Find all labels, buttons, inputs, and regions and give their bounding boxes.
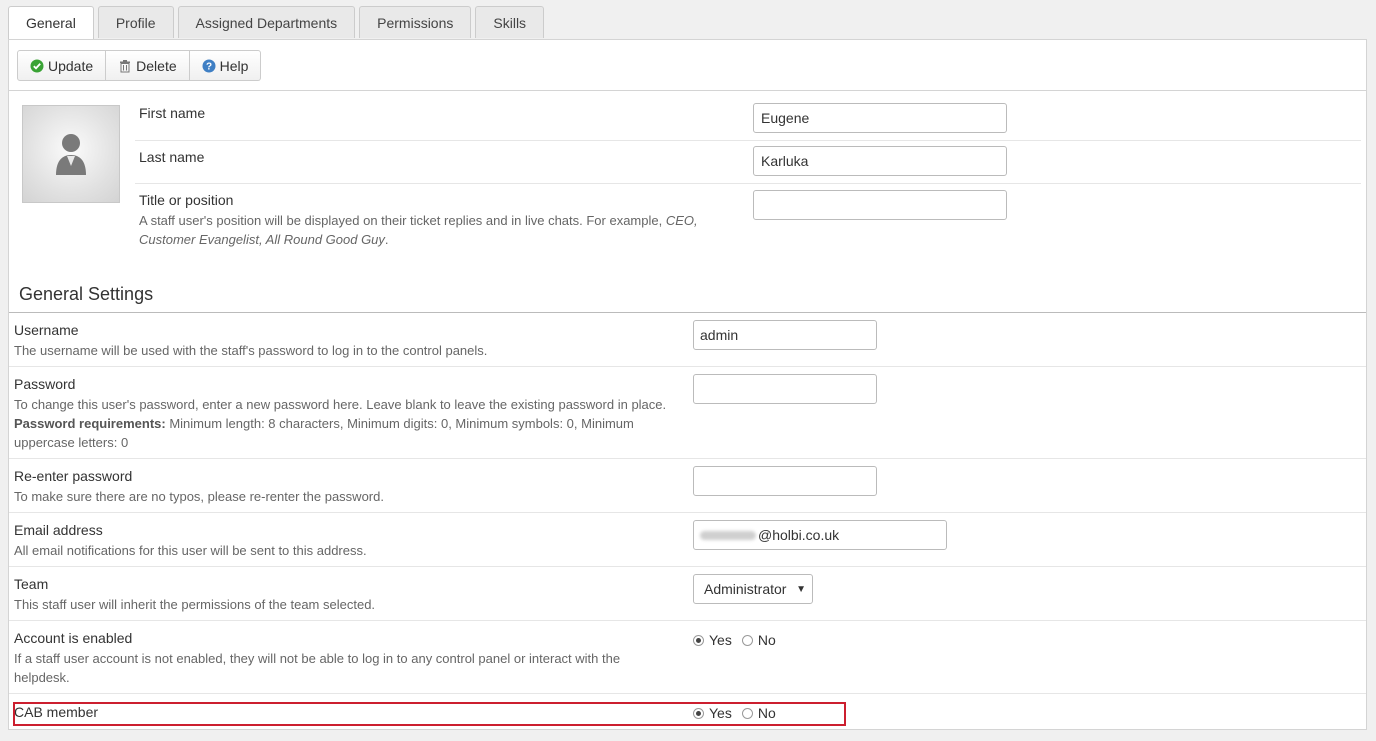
tab-assigned-departments[interactable]: Assigned Departments — [177, 6, 356, 38]
account-enabled-label: Account is enabled — [14, 630, 133, 646]
last-name-row: Last name — [135, 140, 1361, 184]
first-name-label: First name — [139, 105, 206, 121]
general-panel: Update Delete ? Help First name Last nam… — [8, 39, 1367, 730]
email-field[interactable]: @holbi.co.uk — [693, 520, 947, 550]
title-help-suffix: . — [384, 232, 389, 247]
delete-button[interactable]: Delete — [106, 50, 190, 81]
check-circle-icon — [30, 59, 44, 73]
last-name-field[interactable] — [753, 146, 1007, 176]
password-label: Password — [14, 376, 76, 392]
toolbar: Update Delete ? Help — [17, 50, 262, 81]
help-icon: ? — [202, 59, 216, 73]
section-title: General Settings — [19, 284, 154, 304]
tab-general[interactable]: General — [8, 6, 94, 40]
trash-icon — [118, 59, 132, 73]
reenter-password-label: Re-enter password — [14, 468, 133, 484]
reenter-password-help: To make sure there are no typos, please … — [14, 489, 384, 504]
account-enabled-no-label: No — [757, 632, 776, 648]
email-row: Email address All email notifications fo… — [9, 513, 1366, 567]
reenter-password-field[interactable] — [693, 466, 877, 496]
title-label: Title or position — [139, 192, 234, 208]
tab-skills[interactable]: Skills — [475, 6, 545, 38]
title-row: Title or position A staff user's positio… — [135, 183, 1361, 253]
account-enabled-yes-radio[interactable] — [693, 634, 704, 646]
title-field[interactable] — [753, 190, 1007, 220]
email-help: All email notifications for this user wi… — [14, 543, 367, 558]
account-enabled-help: If a staff user account is not enabled, … — [14, 651, 621, 685]
tab-profile[interactable]: Profile — [97, 6, 174, 38]
user-silhouette-icon — [56, 134, 86, 175]
title-help-text: A staff user's position will be displaye… — [139, 213, 666, 228]
caret-down-icon: ▼ — [796, 583, 806, 595]
account-enabled-row: Account is enabled If a staff user accou… — [9, 621, 1366, 694]
team-row: Team This staff user will inherit the pe… — [9, 567, 1366, 621]
redacted-email-local-part — [700, 530, 756, 540]
username-row: Username The username will be used with … — [9, 313, 1366, 367]
password-row: Password To change this user's password,… — [9, 367, 1366, 459]
avatar[interactable] — [22, 105, 120, 203]
password-help: To change this user's password, enter a … — [14, 395, 674, 452]
update-label: Update — [48, 57, 94, 74]
cab-member-highlight-box — [13, 702, 846, 726]
account-enabled-no-radio[interactable] — [741, 634, 753, 646]
reenter-password-row: Re-enter password To make sure there are… — [9, 459, 1366, 513]
password-requirements-label: Password requirements: — [14, 416, 166, 431]
last-name-label: Last name — [139, 149, 205, 165]
team-select[interactable]: Administrator ▼ — [693, 574, 813, 604]
svg-text:?: ? — [206, 61, 212, 72]
account-enabled-radios: Yes No — [693, 632, 786, 648]
help-label: Help — [219, 57, 249, 74]
email-label: Email address — [14, 522, 103, 538]
help-button[interactable]: ? Help — [189, 50, 262, 81]
team-select-value: Administrator — [704, 581, 787, 597]
first-name-field[interactable] — [753, 103, 1007, 133]
team-label: Team — [14, 576, 49, 592]
tab-bar: General Profile Assigned Departments Per… — [8, 6, 545, 40]
update-button[interactable]: Update — [17, 50, 107, 81]
tab-permissions[interactable]: Permissions — [359, 6, 472, 38]
username-label: Username — [14, 322, 79, 338]
toolbar-divider — [9, 90, 1366, 91]
account-enabled-yes-label: Yes — [709, 632, 732, 648]
delete-label: Delete — [136, 57, 177, 74]
password-help-text: To change this user's password, enter a … — [14, 397, 667, 412]
username-field[interactable] — [693, 320, 877, 350]
email-domain: @holbi.co.uk — [758, 527, 840, 543]
team-help: This staff user will inherit the permiss… — [14, 597, 376, 612]
password-field[interactable] — [693, 374, 877, 404]
first-name-row: First name — [135, 102, 1361, 141]
title-help: A staff user's position will be displaye… — [139, 211, 719, 249]
username-help: The username will be used with the staff… — [14, 343, 488, 358]
